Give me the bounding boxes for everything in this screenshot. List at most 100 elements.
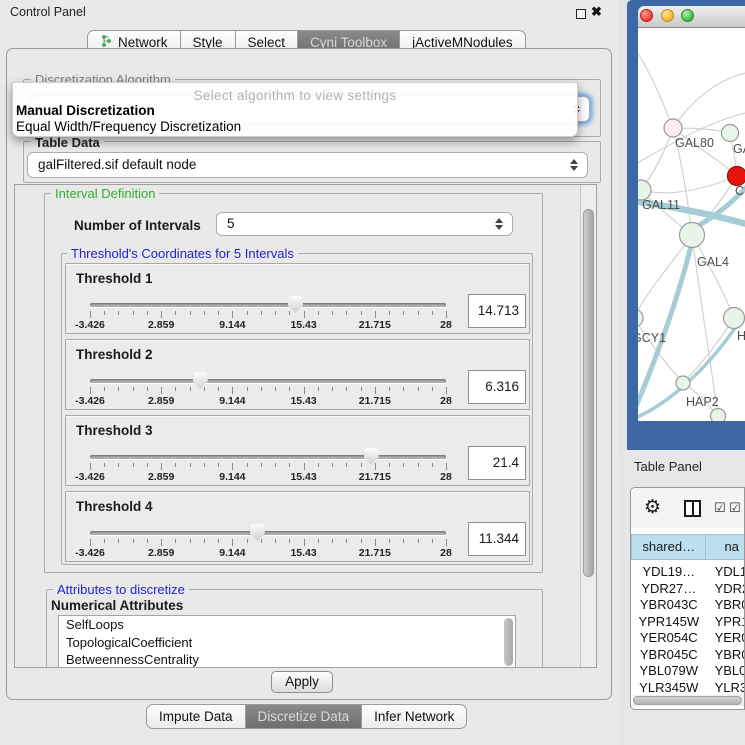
tick-mark: [403, 539, 404, 543]
table-row[interactable]: YLR345WYLR3: [631, 680, 745, 696]
numerical-attributes-list[interactable]: SelfLoopsTopologicalCoefficientBetweenne…: [58, 615, 516, 668]
network-view[interactable]: GAL80GACGAL11GAL4GCY1HHAP2: [638, 28, 745, 421]
tick-mark: [289, 311, 290, 315]
cell-name: YLR3: [707, 680, 745, 696]
cell-shared-name: YDL19…: [631, 564, 707, 581]
tick-mark: [218, 311, 219, 315]
num-intervals-spinner[interactable]: 5: [216, 212, 513, 236]
mode-tab-discretize-data[interactable]: Discretize Data: [246, 704, 363, 729]
slider-ticks: [90, 539, 446, 546]
cell-name: YBL0: [707, 663, 745, 680]
node-label: GAL4: [697, 255, 729, 269]
select-all-checkbox-icon[interactable]: ☑: [714, 501, 726, 516]
threshold-value-field[interactable]: 21.4: [468, 446, 526, 480]
float-window-icon[interactable]: [576, 9, 586, 19]
tick-mark: [204, 387, 205, 391]
table-row[interactable]: YBL079WYBL0: [631, 663, 745, 680]
attribute-item[interactable]: BetweennessCentrality: [59, 651, 515, 668]
attributes-scrollbar[interactable]: [503, 618, 514, 666]
column-header-shared-name[interactable]: shared…: [631, 534, 706, 560]
network-nodes: [638, 119, 745, 421]
highlighted-edges: [638, 180, 745, 420]
attribute-item[interactable]: SelfLoops: [59, 616, 515, 634]
threshold-slider[interactable]: [90, 379, 446, 383]
network-node[interactable]: [638, 309, 643, 327]
tick-mark: [118, 539, 119, 543]
mode-tab-infer-network[interactable]: Infer Network: [362, 704, 467, 729]
table-hscrollbar[interactable]: [633, 695, 744, 706]
table-row[interactable]: YBR043CYBR0: [631, 597, 745, 614]
tick-mark: [403, 311, 404, 315]
slider-tick-labels: -3.4262.8599.14415.4321.71528: [90, 471, 446, 483]
threshold-slider[interactable]: [90, 455, 446, 459]
zoom-traffic-light-icon[interactable]: [681, 9, 694, 22]
threshold-value-field[interactable]: 14.713: [468, 294, 526, 328]
combo-arrows-icon: [570, 159, 578, 171]
tick-mark: [118, 387, 119, 391]
tick-mark: [318, 539, 319, 543]
thresholds-group-title: Threshold's Coordinates for 5 Intervals: [67, 246, 298, 261]
apply-button[interactable]: Apply: [271, 671, 333, 693]
tick-mark: [432, 539, 433, 543]
tick-mark: [304, 539, 305, 546]
table-row[interactable]: YER054CYER0: [631, 630, 745, 647]
node-table: ⚙ ☑ ☑ shared… na YDL19…YDL1YDR27…YDR2YBR…: [630, 487, 745, 710]
table-row[interactable]: YBR045CYBR0: [631, 647, 745, 664]
tick-mark: [332, 463, 333, 467]
slider-ticks: [90, 311, 446, 318]
spinner-arrows-icon: [495, 218, 503, 230]
network-node[interactable]: [680, 223, 705, 248]
interval-definition-title: Interval Definition: [51, 186, 159, 201]
tick-mark: [346, 311, 347, 315]
tick-mark: [218, 387, 219, 391]
network-node[interactable]: [724, 308, 745, 329]
tick-mark: [289, 539, 290, 543]
attributes-group-title: Attributes to discretize: [53, 582, 189, 597]
threshold-value-field[interactable]: 11.344: [468, 522, 526, 556]
network-node[interactable]: [676, 376, 690, 390]
minimize-traffic-light-icon[interactable]: [661, 9, 674, 22]
tick-mark: [232, 539, 233, 546]
popup-option-manual[interactable]: Manual Discretization: [16, 103, 155, 118]
threshold-slider[interactable]: [90, 531, 446, 535]
network-node[interactable]: [711, 409, 726, 422]
settings-scrollbar[interactable]: [580, 185, 596, 667]
network-node[interactable]: [728, 167, 745, 186]
tick-mark: [90, 387, 91, 394]
network-node[interactable]: [664, 119, 682, 137]
mode-tab-impute-data[interactable]: Impute Data: [146, 704, 246, 729]
close-traffic-light-icon[interactable]: [640, 9, 653, 22]
cell-shared-name: YPR145W: [631, 614, 707, 631]
cell-shared-name: YDR27…: [631, 581, 707, 598]
gear-icon[interactable]: ⚙: [644, 496, 661, 518]
close-icon[interactable]: ✖: [591, 4, 602, 20]
tick-mark: [247, 387, 248, 391]
tick-mark: [332, 539, 333, 543]
tick-mark: [190, 463, 191, 467]
table-panel-title: Table Panel: [634, 459, 702, 474]
threshold-panel-1: Threshold 1-3.4262.8599.14415.4321.71528…: [65, 263, 530, 334]
attribute-item[interactable]: TopologicalCoefficient: [59, 634, 515, 652]
table-row[interactable]: YDR27…YDR2: [631, 581, 745, 598]
attribute-items: SelfLoopsTopologicalCoefficientBetweenne…: [59, 616, 515, 668]
tick-label: 28: [440, 319, 452, 331]
threshold-value-field[interactable]: 6.316: [468, 370, 526, 404]
table-row[interactable]: YPR145WYPR1: [631, 614, 745, 631]
tick-mark: [389, 387, 390, 391]
threshold-slider[interactable]: [90, 303, 446, 307]
network-node[interactable]: [638, 180, 651, 200]
table-row[interactable]: YDL19…YDL1: [631, 564, 745, 581]
select-none-checkbox-icon[interactable]: ☑: [729, 501, 741, 516]
columns-icon[interactable]: [684, 500, 701, 517]
scrollbar-thumb[interactable]: [583, 209, 594, 577]
network-node[interactable]: [722, 125, 739, 142]
table-data-value: galFiltered.sif default node: [38, 157, 196, 172]
tick-mark: [204, 463, 205, 467]
table-data-select[interactable]: galFiltered.sif default node: [27, 152, 588, 178]
tick-mark: [133, 311, 134, 315]
tick-mark: [90, 539, 91, 546]
popup-option-equal-width[interactable]: Equal Width/Frequency Discretization: [16, 119, 241, 134]
threshold-panel-3: Threshold 3-3.4262.8599.14415.4321.71528…: [65, 415, 530, 486]
column-header-name[interactable]: na: [706, 534, 745, 560]
mode-tab-label: Impute Data: [159, 709, 233, 724]
